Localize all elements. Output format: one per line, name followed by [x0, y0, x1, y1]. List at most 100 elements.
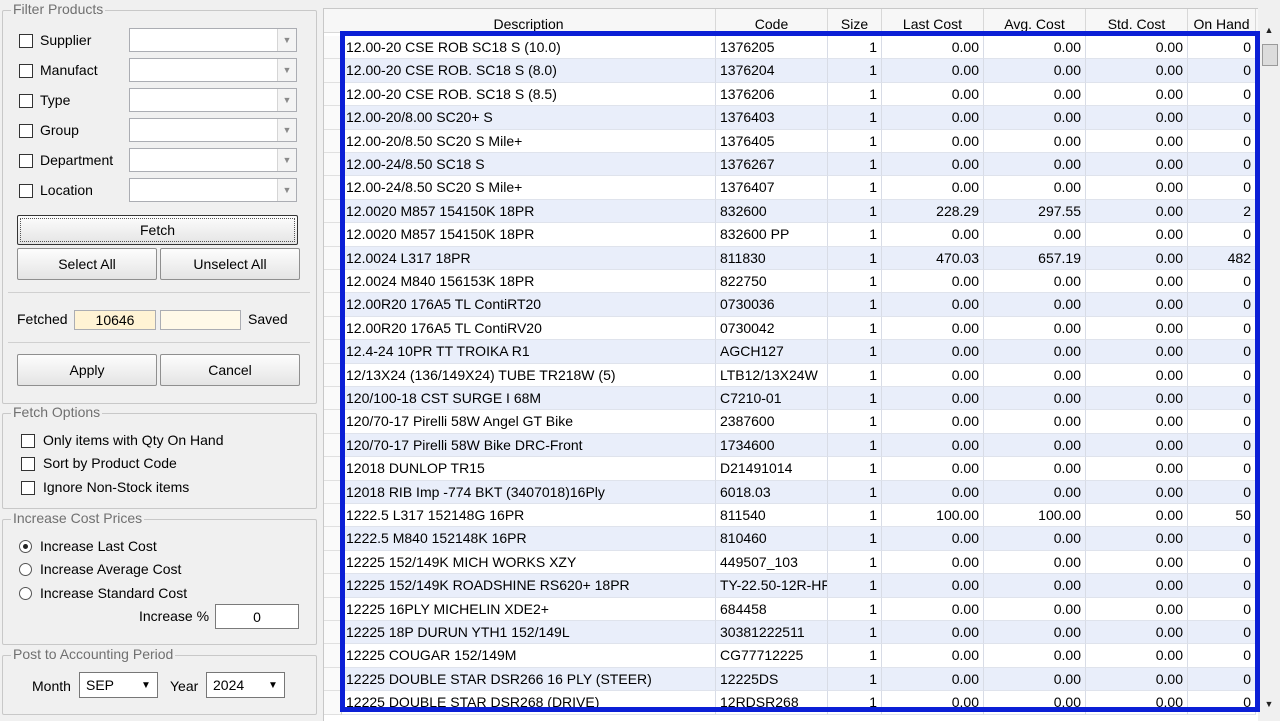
table-row[interactable]: 12225 18P DURUN YTH1 152/149L 30381222511…: [324, 621, 1258, 645]
table-cell[interactable]: 0.00: [882, 527, 984, 551]
table-cell[interactable]: 0: [1188, 316, 1256, 341]
table-row[interactable]: 12/13X24 (136/149X24) TUBE TR218W (5) LTB…: [324, 363, 1258, 387]
table-row[interactable]: 12.4-24 10PR TT TROIKA R1 AGCH127 1 0.00 0.0…: [324, 340, 1258, 364]
table-cell[interactable]: 12.0020 M857 154150K 18PR: [342, 199, 716, 224]
table-cell[interactable]: 0.00: [882, 176, 984, 200]
table-cell[interactable]: 12225 16PLY MICHELIN XDE2+: [342, 597, 716, 621]
row-indicator[interactable]: [324, 550, 342, 575]
unselect-all-button[interactable]: Unselect All: [160, 248, 300, 280]
table-cell[interactable]: 0: [1188, 387, 1256, 411]
table-row[interactable]: 12.00-20/8.00 SC20+ S 1376403 1 0.00 0.00 0.0…: [324, 106, 1258, 130]
table-cell[interactable]: 0: [1188, 363, 1256, 387]
table-cell[interactable]: 0.00: [882, 293, 984, 317]
table-cell[interactable]: 12.00-20 CSE ROB SC18 S (10.0): [342, 36, 716, 60]
column-header[interactable]: Description: [342, 9, 716, 32]
row-indicator[interactable]: [324, 82, 342, 107]
fetch-option-checkbox[interactable]: [21, 457, 35, 471]
table-cell[interactable]: 0730036: [716, 293, 828, 317]
table-row[interactable]: 12.00-20 CSE ROB. SC18 S (8.5) 1376206 1 0.…: [324, 82, 1258, 107]
table-cell[interactable]: 1: [828, 480, 882, 504]
table-cell[interactable]: 0.00: [984, 410, 1086, 434]
table-cell[interactable]: 0: [1188, 644, 1256, 668]
table-cell[interactable]: 822750: [716, 270, 828, 294]
table-cell[interactable]: 0.00: [882, 36, 984, 60]
row-indicator[interactable]: [324, 644, 342, 668]
table-cell[interactable]: 0.00: [882, 340, 984, 364]
table-cell[interactable]: 0.00: [882, 691, 984, 715]
table-cell[interactable]: 0.00: [984, 106, 1086, 130]
table-row[interactable]: 120/100-18 CST SURGE I 68M C7210-01 1 0.00 0…: [324, 387, 1258, 411]
table-cell[interactable]: 0: [1188, 59, 1256, 83]
table-cell[interactable]: 1: [828, 176, 882, 200]
table-cell[interactable]: 12225 152/149K ROADSHINE RS620+ 18PR: [342, 574, 716, 598]
table-cell[interactable]: 0.00: [984, 36, 1086, 60]
table-cell[interactable]: 0: [1188, 527, 1256, 551]
table-cell[interactable]: 1: [828, 691, 882, 715]
table-cell[interactable]: 120/70-17 Pirelli 58W Angel GT Bike: [342, 410, 716, 434]
table-cell[interactable]: 0: [1188, 176, 1256, 200]
table-cell[interactable]: 0.00: [882, 574, 984, 598]
table-cell[interactable]: 120/100-18 CST SURGE I 68M: [342, 387, 716, 411]
table-row[interactable]: 12.0024 M840 156153K 18PR 822750 1 0.00 0.00…: [324, 270, 1258, 294]
table-cell[interactable]: 0: [1188, 691, 1256, 715]
column-header[interactable]: Code: [716, 9, 828, 32]
table-cell[interactable]: 1: [828, 597, 882, 621]
table-row[interactable]: 12.00-20 CSE ROB SC18 S (10.0) 1376205 1 0.…: [324, 36, 1258, 60]
table-cell[interactable]: 0.00: [984, 153, 1086, 177]
table-cell[interactable]: 811540: [716, 504, 828, 528]
table-row[interactable]: 12225 16PLY MICHELIN XDE2+ 684458 1 0.00 0.0…: [324, 597, 1258, 621]
row-indicator[interactable]: [324, 527, 342, 551]
table-cell[interactable]: 0: [1188, 433, 1256, 458]
row-indicator[interactable]: [324, 153, 342, 177]
table-cell[interactable]: 0.00: [1086, 246, 1188, 270]
table-cell[interactable]: 0.00: [882, 59, 984, 83]
row-indicator[interactable]: [324, 457, 342, 481]
table-cell[interactable]: 0.00: [1086, 59, 1188, 83]
table-row[interactable]: 12225 COUGAR 152/149M CG77712225 1 0.00 0.00…: [324, 644, 1258, 668]
table-cell[interactable]: 0: [1188, 106, 1256, 130]
table-cell[interactable]: 0.00: [1086, 293, 1188, 317]
row-indicator[interactable]: [324, 293, 342, 317]
table-cell[interactable]: 1376405: [716, 129, 828, 153]
table-cell[interactable]: 449507_103: [716, 550, 828, 575]
table-cell[interactable]: 0: [1188, 621, 1256, 645]
table-cell[interactable]: 12225 18P DURUN YTH1 152/149L: [342, 621, 716, 645]
table-cell[interactable]: 0.00: [984, 574, 1086, 598]
fetch-button[interactable]: Fetch: [17, 215, 298, 245]
table-cell[interactable]: 0.00: [1086, 316, 1188, 341]
products-grid[interactable]: Description Code Size Last Cost Avg. Cost Std…: [323, 8, 1258, 721]
row-indicator[interactable]: [324, 410, 342, 434]
filter-combo-location[interactable]: ▼: [129, 178, 297, 202]
table-cell[interactable]: 0.00: [882, 82, 984, 107]
table-cell[interactable]: 0.00: [882, 597, 984, 621]
table-cell[interactable]: 1: [828, 293, 882, 317]
scroll-up-icon[interactable]: ▲: [1261, 22, 1277, 38]
table-cell[interactable]: 1: [828, 644, 882, 668]
apply-button[interactable]: Apply: [17, 354, 157, 386]
month-select[interactable]: SEP ▼: [79, 672, 158, 698]
table-cell[interactable]: 0.00: [984, 270, 1086, 294]
table-cell[interactable]: 12.00-20 CSE ROB. SC18 S (8.5): [342, 82, 716, 107]
table-cell[interactable]: 1376204: [716, 59, 828, 83]
year-select[interactable]: 2024 ▼: [206, 672, 285, 698]
row-indicator[interactable]: [324, 597, 342, 621]
table-cell[interactable]: 1: [828, 129, 882, 153]
table-cell[interactable]: 12/13X24 (136/149X24) TUBE TR218W (5): [342, 363, 716, 387]
row-indicator[interactable]: [324, 106, 342, 130]
table-cell[interactable]: 0.00: [882, 433, 984, 458]
table-cell[interactable]: 1222.5 M840 152148K 16PR: [342, 527, 716, 551]
table-cell[interactable]: 0.00: [984, 59, 1086, 83]
table-cell[interactable]: 50: [1188, 504, 1256, 528]
table-cell[interactable]: 0.00: [1086, 153, 1188, 177]
table-cell[interactable]: 0.00: [1086, 223, 1188, 247]
row-indicator[interactable]: [324, 36, 342, 60]
table-cell[interactable]: 0.00: [1086, 270, 1188, 294]
table-cell[interactable]: 0.00: [984, 550, 1086, 575]
table-row[interactable]: 12225 DOUBLE STAR DSR266 16 PLY (STEER) 1…: [324, 667, 1258, 692]
filter-combo-supplier[interactable]: ▼: [129, 28, 297, 52]
table-cell[interactable]: 0: [1188, 574, 1256, 598]
table-cell[interactable]: 0: [1188, 340, 1256, 364]
table-cell[interactable]: 0.00: [984, 667, 1086, 692]
table-cell[interactable]: 12.0020 M857 154150K 18PR: [342, 223, 716, 247]
row-indicator[interactable]: [324, 504, 342, 528]
